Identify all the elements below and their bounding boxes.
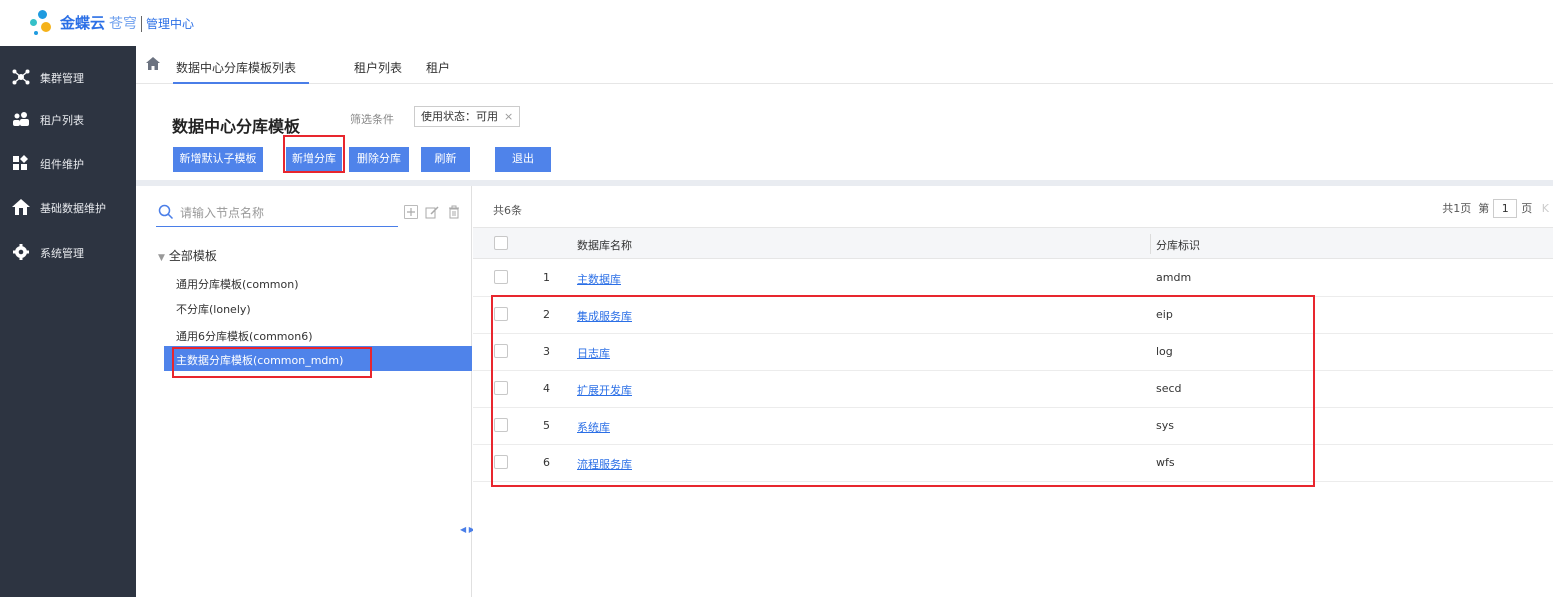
house-icon bbox=[12, 199, 30, 215]
tab-tenant-list[interactable]: 租户列表 bbox=[354, 59, 402, 76]
tree-root[interactable]: ▼ 全部模板 bbox=[158, 247, 217, 264]
filter-tag-label: 使用状态：可用 bbox=[421, 110, 498, 123]
sidebar-item-label: 集群管理 bbox=[40, 72, 84, 85]
gear-icon bbox=[12, 244, 30, 260]
pager-suffix: 页 bbox=[1521, 202, 1533, 215]
close-icon[interactable]: × bbox=[504, 110, 513, 123]
tree-node[interactable]: 通用分库模板(common) bbox=[176, 276, 299, 292]
title-area: 数据中心分库模板 筛选条件 使用状态：可用 × 新增默认子模板 新增分库 删除分库… bbox=[136, 84, 1553, 180]
row-number: 1 bbox=[543, 271, 550, 284]
home-icon[interactable] bbox=[146, 57, 160, 70]
table-row[interactable]: 1 主数据库 amdm bbox=[473, 260, 1553, 297]
annotation-highlight-selected-node bbox=[172, 347, 372, 378]
last-page-icon[interactable]: K bbox=[1542, 202, 1549, 215]
add-default-subtemplate-button[interactable]: 新增默认子模板 bbox=[173, 147, 263, 172]
sidebar-item-components[interactable]: 组件维护 bbox=[0, 143, 136, 183]
sidebar-item-system[interactable]: 系统管理 bbox=[0, 232, 136, 272]
pager-prefix: 第 bbox=[1478, 202, 1490, 215]
cluster-icon bbox=[12, 69, 30, 85]
exit-button[interactable]: 退出 bbox=[495, 147, 551, 172]
table-header: 数据库名称 分库标识 bbox=[473, 227, 1553, 259]
tab-bar: 数据中心分库模板列表 租户列表 租户 bbox=[136, 46, 1553, 84]
delete-shard-button[interactable]: 删除分库 bbox=[349, 147, 409, 172]
sidebar-item-label: 组件维护 bbox=[40, 158, 84, 171]
template-tree-panel: ▼全部模板 通用分库模板(common) 不分库(lonely) 通用6分库模板… bbox=[146, 186, 472, 597]
search-icon bbox=[158, 204, 174, 220]
column-header-shard-code[interactable]: 分库标识 bbox=[1156, 237, 1200, 253]
tree-search bbox=[156, 201, 398, 227]
page-title: 数据中心分库模板 bbox=[172, 117, 301, 136]
brand-sub: 苍穹 bbox=[109, 16, 138, 32]
sidebar-item-label: 基础数据维护 bbox=[40, 202, 106, 215]
filter-label: 筛选条件 bbox=[350, 113, 394, 126]
sidebar-item-tenants[interactable]: 租户列表 bbox=[0, 99, 136, 139]
page-input[interactable]: 1 bbox=[1493, 199, 1518, 218]
components-icon bbox=[12, 155, 30, 171]
caret-down-icon[interactable]: ▼ bbox=[158, 253, 165, 263]
sidebar-item-basic-data[interactable]: 基础数据维护 bbox=[0, 187, 136, 227]
top-header: 金蝶云 苍穹 管理中心 bbox=[0, 0, 1553, 46]
search-input[interactable] bbox=[180, 203, 390, 223]
tree-node[interactable]: 不分库(lonely) bbox=[176, 301, 251, 317]
sidebar-item-cluster[interactable]: 集群管理 bbox=[0, 57, 136, 97]
column-header-db-name[interactable]: 数据库名称 bbox=[577, 237, 632, 253]
brand-name: 金蝶云 bbox=[60, 14, 106, 32]
annotation-highlight-add-shard bbox=[283, 135, 345, 173]
shard-code: amdm bbox=[1156, 271, 1192, 284]
sidebar-item-label: 系统管理 bbox=[40, 247, 84, 260]
module-name: 管理中心 bbox=[146, 17, 195, 31]
tree-root-label: 全部模板 bbox=[168, 249, 217, 263]
trash-icon[interactable] bbox=[447, 205, 461, 219]
tab-template-list[interactable]: 数据中心分库模板列表 bbox=[176, 59, 296, 76]
column-divider bbox=[1150, 234, 1151, 254]
edit-icon[interactable] bbox=[425, 205, 439, 219]
brand: 金蝶云 苍穹 管理中心 bbox=[60, 12, 194, 33]
select-all-checkbox[interactable] bbox=[494, 236, 508, 250]
tab-tenant[interactable]: 租户 bbox=[426, 59, 450, 76]
pager: 共1页 第1页 K bbox=[1442, 199, 1549, 218]
filter-tag[interactable]: 使用状态：可用 × bbox=[414, 106, 521, 127]
pager-total: 共1页 bbox=[1442, 202, 1472, 215]
annotation-highlight-rows bbox=[491, 295, 1315, 487]
tree-node[interactable]: 通用6分库模板(common6) bbox=[176, 328, 313, 344]
sidebar: 集群管理 租户列表 组件维护 基础数据维护 系统管理 bbox=[0, 46, 136, 597]
record-count: 共6条 bbox=[493, 204, 522, 217]
db-name-link[interactable]: 主数据库 bbox=[577, 271, 621, 287]
row-checkbox[interactable] bbox=[494, 270, 508, 284]
kingdee-logo-icon bbox=[28, 8, 58, 38]
users-icon bbox=[12, 111, 30, 127]
sidebar-item-label: 租户列表 bbox=[40, 114, 84, 127]
refresh-button[interactable]: 刷新 bbox=[421, 147, 470, 172]
add-node-icon[interactable] bbox=[404, 205, 418, 219]
